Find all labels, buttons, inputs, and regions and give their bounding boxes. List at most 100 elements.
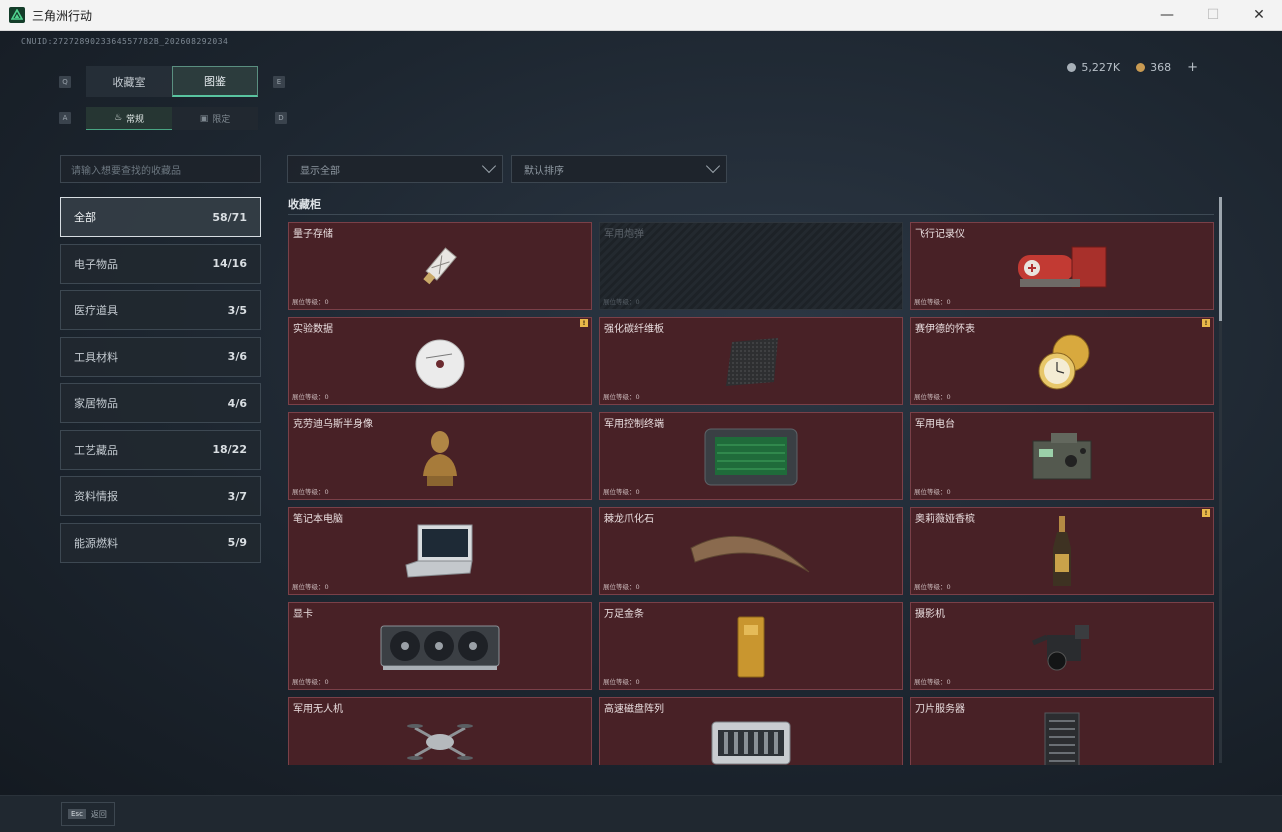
drone-icon [289,710,591,765]
category-label: 电子物品 [74,257,118,271]
category-label: 资料情报 [74,490,118,503]
collection-item-card[interactable]: 赛伊德的怀表! 展位等级：0 [910,317,1214,405]
currency-secondary-value: 368 [1150,61,1172,74]
item-level: 展位等级：0 [603,488,640,496]
collection-item-card[interactable]: 万足金条 展位等级：0 [599,602,903,690]
champagne-icon [911,516,1213,586]
category-count: 3/7 [227,489,247,503]
item-level: 展位等级：0 [914,583,951,591]
section-title: 收藏柜 [288,198,321,211]
category-crafts[interactable]: 工艺藏品 18/22 [60,429,261,470]
category-count: 5/9 [227,536,247,549]
category-household[interactable]: 家居物品 4/6 [60,383,261,423]
category-all[interactable]: 全部 58/71 [60,197,261,237]
category-medical[interactable]: 医疗道具 3/5 [60,290,261,330]
category-count: 4/6 [227,396,247,410]
collection-item-card[interactable]: 实验数据! 展位等级：0 [288,317,592,405]
collection-item-card[interactable]: 军用电台 展位等级：0 [910,412,1214,500]
add-currency-button[interactable]: + [1187,60,1198,75]
collection-item-card[interactable]: 奥莉薇娅香槟! 展位等级：0 [910,507,1214,595]
main-tabs: 收藏室 图鉴 [86,66,258,97]
minimize-button[interactable]: — [1144,0,1190,31]
category-count: 18/22 [212,443,247,456]
collection-item-card[interactable]: 摄影机 展位等级：0 [910,602,1214,690]
category-label: 家居物品 [74,397,118,410]
camera-icon [911,615,1213,679]
silver-coin-icon [1067,63,1077,72]
collection-item-card[interactable]: 军用无人机展位等级：0 [288,697,592,765]
category-label: 工具材料 [74,350,118,364]
collection-grid: 量子存储 展位等级：0 军用炮弹 展位等级：0 飞行记录仪 展位等级：0 实验数据! 展位等级… [288,222,1214,765]
chevron-down-icon [481,158,497,174]
item-name: 军用炮弹 [604,229,644,240]
filter-dropdown-value: 显示全部 [300,165,340,177]
gpu-icon [289,615,591,679]
category-count: 3/6 [227,350,247,363]
tab-codex[interactable]: 图鉴 [172,66,258,97]
category-label: 医疗道具 [74,304,118,317]
scrollbar-thumb[interactable] [1219,197,1222,321]
item-level: 展位等级：0 [914,488,951,496]
maximize-button[interactable]: ☐ [1190,0,1236,31]
item-level: 展位等级：0 [603,298,640,306]
category-tools[interactable]: 工具材料 3/6 [60,336,261,377]
carbon-plate-icon [600,330,902,394]
collection-item-card[interactable]: 显卡 展位等级：0 [288,602,592,690]
collection-item-card[interactable]: 棘龙爪化石 展位等级：0 [599,507,903,595]
item-level: 展位等级：0 [603,583,640,591]
collection-item-card[interactable]: 笔记本电脑 展位等级：0 [288,507,592,595]
subtab-left-key-hint: A [59,112,71,124]
close-button[interactable]: ✕ [1236,0,1282,31]
bust-icon [289,425,591,489]
category-label: 全部 [74,211,96,224]
chevron-down-icon [705,158,721,174]
app-logo-icon [9,7,25,23]
laptop-icon [289,520,591,584]
card-icon: ▣ [199,113,209,124]
search-input[interactable]: 请输入想要查找的收藏品 [60,155,261,183]
collection-item-card[interactable]: 刀片服务器展位等级：0 [910,697,1214,765]
filter-dropdown[interactable]: 显示全部 [287,155,503,183]
currency-bar: 5,227K 368 + [1067,60,1198,75]
category-intel[interactable]: 资料情报 3/7 [60,476,261,516]
back-button[interactable]: Esc 返回 [61,802,115,826]
subtab-limited-label: 限定 [212,115,231,125]
category-label: 能源燃料 [74,536,118,550]
collection-item-card[interactable]: 军用炮弹展位等级：0 [599,222,903,310]
new-badge-icon: ! [580,319,588,327]
subtab-regular-label: 常规 [126,114,145,125]
server-icon [911,710,1213,765]
sub-tabs: ♨ 常规 ▣ 限定 [86,107,258,130]
currency-primary: 5,227K [1067,61,1120,74]
collection-item-card[interactable]: 量子存储 展位等级：0 [288,222,592,310]
new-badge-icon: ! [1202,509,1210,517]
grid-scrollbar[interactable] [1219,197,1222,763]
window-title: 三角洲行动 [32,8,93,23]
claw-fossil-icon [600,520,902,584]
item-level: 展位等级：0 [292,298,329,306]
category-electronics[interactable]: 电子物品 14/16 [60,243,261,284]
tab-collection-room[interactable]: 收藏室 [86,66,172,97]
gold-coin-icon [1136,63,1146,72]
subtab-limited[interactable]: ▣ 限定 [172,107,258,130]
item-level: 展位等级：0 [603,393,640,401]
sort-dropdown-value: 默认排序 [524,165,564,177]
sort-dropdown[interactable]: 默认排序 [511,155,727,183]
collection-item-card[interactable]: 克劳迪乌斯半身像 展位等级：0 [288,412,592,500]
disk-array-icon [600,710,902,765]
flame-icon: ♨ [113,113,123,123]
back-button-label: 返回 [90,809,107,819]
game-viewport: CNUID:2727289023364557782B_202608292034 … [0,31,1282,795]
category-count: 58/71 [212,210,247,224]
collection-item-card[interactable]: 军用控制终端 展位等级：0 [599,412,903,500]
collection-item-card[interactable]: 飞行记录仪 展位等级：0 [910,222,1214,310]
category-energy[interactable]: 能源燃料 5/9 [60,522,261,563]
gold-bar-icon [600,615,902,679]
item-level: 展位等级：0 [292,393,329,401]
collection-item-card[interactable]: 强化碳纤维板 展位等级：0 [599,317,903,405]
item-level: 展位等级：0 [914,298,951,306]
category-label: 工艺藏品 [74,443,118,457]
collection-item-card[interactable]: 高速磁盘阵列展位等级：0 [599,697,903,765]
bottom-bar: Esc 返回 [0,795,1282,832]
subtab-regular[interactable]: ♨ 常规 [86,107,172,130]
